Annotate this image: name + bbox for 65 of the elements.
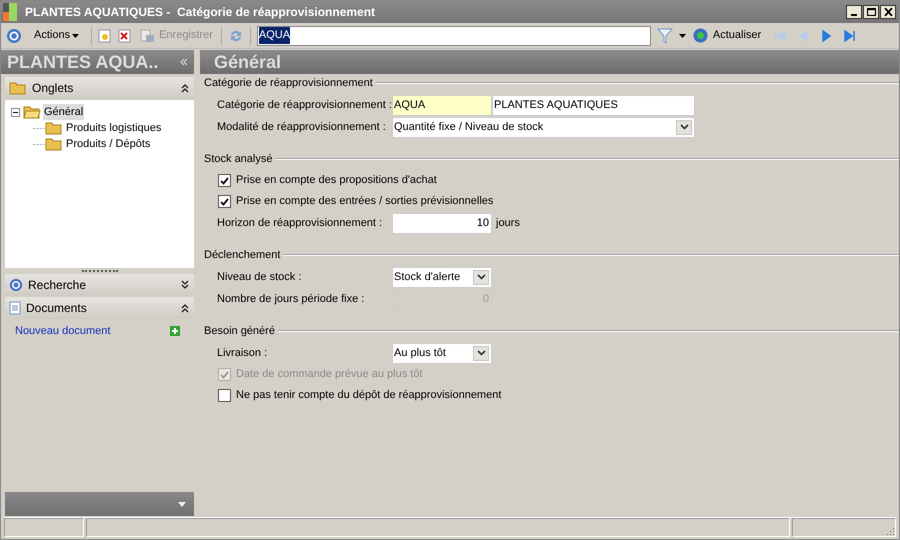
last-record-icon[interactable] (842, 28, 858, 42)
checkbox-label: Ne pas tenir compte du dépôt de réapprovisionnement (236, 388, 502, 404)
target-icon (9, 278, 23, 292)
field-label: Nombre de jours période fixe : (217, 292, 366, 307)
minimize-button[interactable] (846, 5, 862, 19)
new-document-link[interactable]: Nouveau document (15, 322, 110, 340)
delete-icon[interactable] (118, 28, 132, 42)
panel-header[interactable]: Onglets (5, 77, 194, 99)
field-label: Niveau de stock : (217, 270, 302, 285)
collapse-toggle-icon[interactable] (11, 108, 20, 116)
checkbox-label: Prise en compte des propositions d'achat (236, 173, 437, 188)
search-field[interactable]: AQUA (256, 26, 651, 46)
code-field[interactable]: AQUA (392, 94, 492, 116)
field-label: Livraison : (217, 346, 268, 361)
caret-icon (72, 34, 80, 38)
dropdown-icon[interactable] (178, 502, 186, 506)
tree-item[interactable]: Général (43, 104, 84, 120)
field-label: Modalité de réapprovisionnement : (217, 120, 387, 135)
collapse-icon[interactable] (180, 83, 190, 93)
checkbox-label: Date de commande prévue au plus tôt (236, 367, 423, 382)
field-label: Catégorie de réapprovisionnement : (217, 98, 392, 113)
checkbox-label: Prise en compte des entrées / sorties prévisionnelles (236, 194, 494, 210)
maximize-icon (866, 8, 876, 16)
close-button[interactable] (880, 5, 896, 19)
group-title: Stock analysé (204, 152, 274, 167)
group-title: Déclenchement (204, 248, 282, 263)
add-icon[interactable] (170, 326, 180, 336)
refresh-icon (692, 27, 709, 44)
dropdown-field[interactable]: Stock d'alerte (392, 266, 492, 288)
target-icon[interactable] (6, 28, 22, 44)
folder-icon (45, 137, 63, 151)
window-title: PLANTES AQUATIQUES - Catégorie de réapprovisionnement (25, 4, 376, 21)
caret-icon[interactable] (678, 34, 686, 38)
checkbox[interactable] (218, 389, 231, 402)
splitter-handle[interactable] (82, 270, 118, 272)
tree-item[interactable]: Produits / Dépôts (65, 136, 152, 152)
document-icon (9, 301, 21, 315)
save-icon (140, 28, 156, 42)
folder-icon (9, 81, 27, 95)
number-field[interactable]: 10 (392, 212, 492, 234)
dropdown-field[interactable]: Au plus tôt (392, 342, 492, 364)
filter-icon[interactable] (656, 28, 673, 44)
unit-label: jours (496, 216, 520, 231)
checkbox[interactable] (218, 174, 231, 187)
panel-header[interactable]: Documents (5, 297, 194, 319)
tree-item[interactable]: Produits logistiques (65, 120, 162, 136)
panel-header[interactable]: Recherche (5, 274, 194, 296)
maximize-button[interactable] (863, 5, 879, 19)
resize-grip-icon[interactable] (885, 526, 895, 536)
checkbox[interactable] (218, 195, 231, 208)
group-title: Besoin généré (204, 324, 276, 339)
new-document-icon[interactable] (98, 28, 112, 42)
group-title: Catégorie de réapprovisionnement (204, 76, 374, 91)
collapse-icon[interactable] (180, 303, 190, 313)
description-field[interactable]: PLANTES AQUATIQUES (492, 94, 695, 116)
section-header: Général (200, 50, 899, 74)
expand-icon[interactable] (180, 280, 190, 290)
refresh-button[interactable]: Actualiser (692, 27, 762, 44)
sidebar-header: PLANTES AQUA.. (1, 50, 194, 74)
folder-icon (23, 105, 41, 119)
close-icon (884, 8, 892, 16)
collapse-sidebar-icon[interactable] (180, 58, 188, 66)
dropdown-field[interactable]: Quantité fixe / Niveau de stock (392, 116, 695, 138)
actions-menu-button[interactable]: Actions (28, 27, 86, 44)
field-label: Horizon de réapprovisionnement : (217, 216, 384, 231)
